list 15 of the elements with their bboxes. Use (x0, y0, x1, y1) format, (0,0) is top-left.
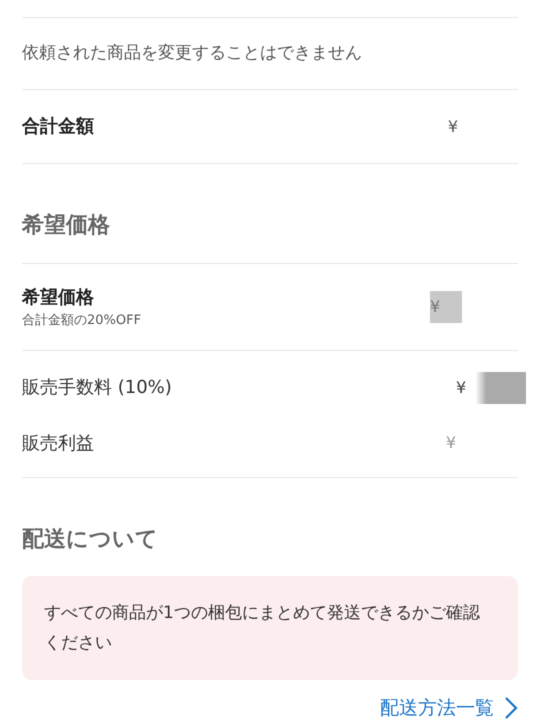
section-heading: 配送について (22, 526, 158, 554)
chevron-right-icon (504, 696, 518, 720)
desired-price-note: 合計金額の20%OFF (22, 312, 142, 330)
desired-price-label: 希望価格 (22, 286, 95, 310)
notice-text: 依頼された商品を変更することはできません (22, 42, 362, 65)
alert-text: すべての商品が1つの梱包にまとめて発送できるかご確認ください (44, 602, 481, 655)
fee-value: ¥ (446, 432, 456, 454)
shipping-methods-link[interactable]: 配送方法一覧 (380, 694, 518, 720)
total-label: 合計金額 (22, 115, 94, 139)
blurred-value: ¥ (454, 372, 526, 404)
total-value: ¥ (448, 116, 458, 138)
fee-label: 販売手数料 (10%) (22, 376, 172, 400)
blurred-value: ¥ (430, 291, 462, 323)
section-heading: 希望価格 (22, 212, 110, 240)
fee-label: 販売利益 (22, 432, 94, 456)
